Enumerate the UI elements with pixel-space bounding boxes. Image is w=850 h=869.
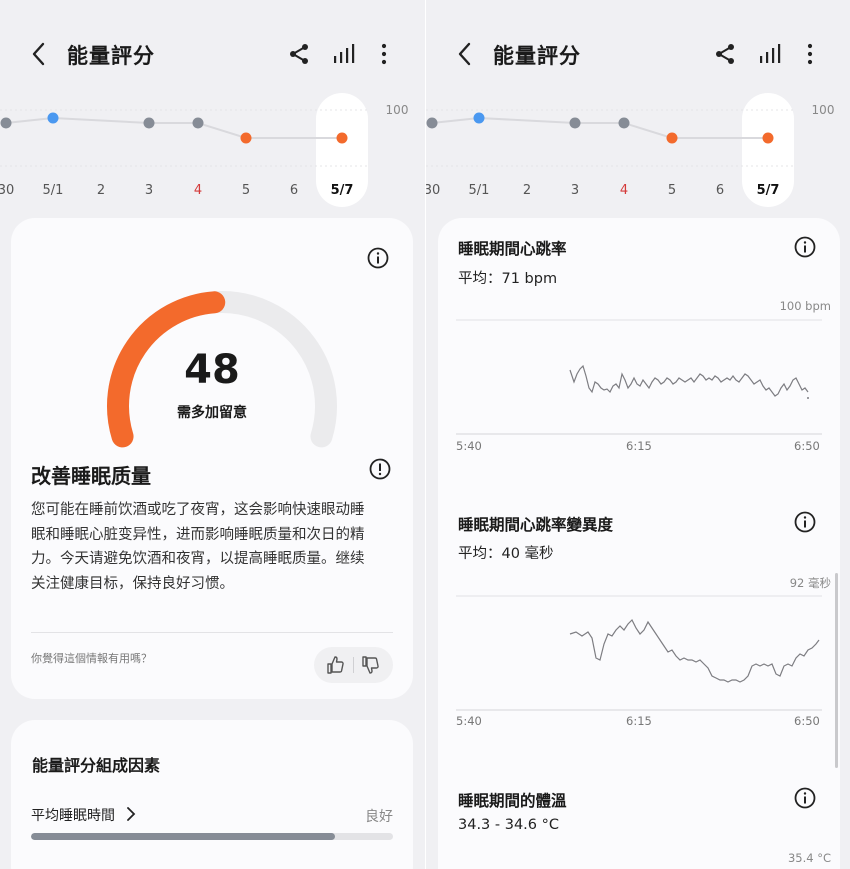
temperature-ymax: 35.4 °C: [787, 851, 831, 865]
insight-line: 力。今天请避免饮酒和夜宵，以提高睡眠质量。继续: [31, 551, 365, 567]
right-screen: 能量評分 100 30 5/1 2 3 4 5 6 5/7 睡眠期間心跳率 平均：71 bpm …: [426, 0, 850, 869]
insight-line: 您可能在睡前饮酒或吃了夜宵，这会影响快速眼动睡: [31, 502, 365, 518]
info-icon[interactable]: [794, 511, 816, 533]
info-icon[interactable]: [794, 236, 816, 258]
factors-title: 能量評分組成因素: [32, 756, 161, 775]
x-axis-label: 6:50: [794, 714, 820, 728]
hrv-ymax: 92 毫秒: [789, 576, 831, 590]
insight-line: 关注健康目标，保持良好习惯。: [31, 575, 234, 592]
energy-score-status: 需多加留意: [177, 405, 247, 421]
info-icon[interactable]: [794, 787, 816, 809]
score-trend-chart[interactable]: 100 30 5/1 2 3 4 5 6 5/7: [0, 92, 425, 212]
trend-point[interactable]: [143, 117, 155, 129]
trend-ymax-label: 100: [386, 103, 409, 117]
insight-title: 改善睡眠质量: [31, 464, 151, 488]
trend-date-label[interactable]: 4: [194, 183, 202, 198]
x-axis-label: 6:15: [626, 714, 652, 728]
trend-point[interactable]: [47, 112, 59, 124]
trend-point[interactable]: [618, 117, 630, 129]
trend-date-label[interactable]: 6: [290, 183, 298, 198]
thumbs-down-icon[interactable]: [361, 655, 381, 675]
scrollbar[interactable]: [835, 573, 838, 768]
factor-progress-track: [31, 833, 393, 840]
trend-date-label[interactable]: 5/1: [43, 183, 64, 198]
trend-date-label[interactable]: 5: [242, 183, 250, 198]
feedback-buttons: [314, 647, 393, 683]
heart-rate-endpoint: [807, 397, 809, 399]
trend-ymax-label: 100: [812, 103, 835, 117]
back-arrow-icon[interactable]: [28, 40, 50, 68]
hrv-title: 睡眠期間心跳率變異度: [458, 516, 614, 534]
bar-chart-icon[interactable]: [758, 42, 782, 66]
energy-score-value: 48: [184, 347, 240, 393]
temperature-title: 睡眠期間的體溫: [458, 792, 567, 810]
insight-text: 您可能在睡前饮酒或吃了夜宵，这会影响快速眼动睡 眠和睡眠心脏变异性，进而影响睡眠…: [31, 498, 393, 596]
app-header: 能量評分: [426, 0, 850, 100]
trend-point[interactable]: [473, 112, 485, 124]
factor-avg-sleep[interactable]: 平均睡眠時間: [31, 805, 115, 825]
hrv-line: [569, 618, 820, 683]
divider-line: [31, 632, 393, 633]
bar-chart-icon[interactable]: [332, 42, 356, 66]
trend-date-label[interactable]: 5/7: [757, 183, 780, 198]
trend-point[interactable]: [426, 117, 438, 129]
factor-progress-fill: [31, 833, 336, 840]
heart-rate-line: [569, 364, 809, 397]
alert-icon[interactable]: [369, 458, 391, 480]
app-header: 能量評分: [0, 0, 425, 100]
hrv-chart[interactable]: [456, 594, 822, 714]
thumbs-up-icon[interactable]: [326, 655, 346, 675]
trend-point[interactable]: [192, 117, 204, 129]
trend-date-label[interactable]: 30: [426, 183, 440, 198]
energy-gauge: [107, 291, 337, 448]
share-icon[interactable]: [287, 42, 311, 66]
factor-status: 良好: [365, 809, 393, 825]
trend-point[interactable]: [240, 132, 252, 144]
trend-date-label[interactable]: 5/1: [469, 183, 490, 198]
hrv-average: 平均：40 毫秒: [458, 546, 554, 562]
trend-date-label[interactable]: 2: [523, 183, 531, 198]
insight-line: 眠和睡眠心脏变异性，进而影响睡眠质量和次日的精: [31, 526, 365, 543]
trend-date-label[interactable]: 3: [571, 183, 579, 198]
back-arrow-icon[interactable]: [454, 40, 476, 68]
heart-rate-average: 平均：71 bpm: [458, 271, 558, 287]
heart-rate-chart[interactable]: [456, 318, 822, 438]
score-card: [11, 218, 413, 699]
trend-date-label[interactable]: 30: [0, 183, 14, 198]
temperature-range: 34.3 - 34.6 °C: [458, 817, 560, 833]
x-axis-label: 6:50: [794, 439, 820, 453]
left-screen: 能量評分 100 30 5/1 2 3 4 5 6 5/7 48 需多加留意 改善睡眠质量 您可…: [0, 0, 425, 869]
more-options-icon[interactable]: [798, 42, 822, 66]
trend-date-label[interactable]: 2: [97, 183, 105, 198]
page-title: 能量評分: [67, 44, 155, 68]
trend-point[interactable]: [762, 132, 774, 144]
x-axis-label: 5:40: [456, 439, 482, 453]
trend-point[interactable]: [336, 132, 348, 144]
more-options-icon[interactable]: [372, 42, 396, 66]
trend-date-label[interactable]: 6: [716, 183, 724, 198]
trend-date-label[interactable]: 4: [620, 183, 628, 198]
score-trend-chart[interactable]: 100 30 5/1 2 3 4 5 6 5/7: [426, 92, 850, 212]
trend-point[interactable]: [0, 117, 12, 129]
x-axis-label: 5:40: [456, 714, 482, 728]
heart-rate-ymax: 100 bpm: [779, 299, 831, 313]
factors-card: [11, 720, 413, 869]
feedback-separator: [353, 657, 354, 673]
heart-rate-title: 睡眠期間心跳率: [458, 240, 567, 258]
trend-date-label[interactable]: 5: [668, 183, 676, 198]
page-title: 能量評分: [493, 44, 581, 68]
trend-date-label[interactable]: 3: [145, 183, 153, 198]
trend-point[interactable]: [666, 132, 678, 144]
share-icon[interactable]: [713, 42, 737, 66]
chevron-right-icon[interactable]: [125, 806, 137, 822]
trend-point[interactable]: [569, 117, 581, 129]
x-axis-label: 6:15: [626, 439, 652, 453]
trend-date-label[interactable]: 5/7: [331, 183, 354, 198]
feedback-question: 你覺得這個情報有用嗎？: [31, 652, 152, 665]
